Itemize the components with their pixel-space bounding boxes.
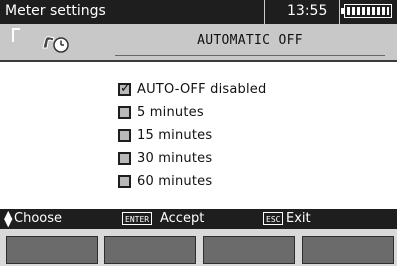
option-label: 5 minutes (137, 105, 204, 120)
option-label: AUTO-OFF disabled (137, 82, 267, 97)
page-title: AUTOMATIC OFF (115, 33, 385, 56)
meter-screen: Meter settings 13:55 AUTOMATIC OFF ✓ AUT… (0, 0, 397, 266)
option-5-minutes[interactable]: 5 minutes (118, 101, 266, 124)
window-title: Meter settings (5, 3, 106, 19)
up-down-arrow-icon: ▲ ▼ (4, 208, 13, 229)
accept-hint: Accept (160, 211, 205, 226)
option-30-minutes[interactable]: 30 minutes (118, 147, 266, 170)
battery-level (347, 7, 389, 15)
title-bar: Meter settings 13:55 (0, 0, 397, 24)
clock-time: 13:55 (287, 3, 328, 19)
checkbox[interactable] (118, 152, 131, 165)
title-divider (339, 0, 340, 24)
option-60-minutes[interactable]: 60 minutes (118, 170, 266, 193)
help-bar: ▲ ▼ Choose ENTER Accept ESC Exit (0, 209, 397, 229)
section-header: AUTOMATIC OFF (0, 24, 397, 62)
clock-power-icon (42, 36, 69, 53)
exit-hint: Exit (286, 211, 311, 226)
title-divider (264, 0, 265, 24)
function-key-2[interactable] (104, 236, 196, 264)
function-key-3[interactable] (203, 236, 295, 264)
auto-off-options: ✓ AUTO-OFF disabled 5 minutes 15 minutes… (118, 78, 266, 193)
checkbox[interactable]: ✓ (118, 81, 131, 96)
option-label: 30 minutes (137, 151, 213, 166)
option-label: 15 minutes (137, 128, 213, 143)
checkbox[interactable] (118, 129, 131, 142)
function-key-1[interactable] (6, 236, 98, 264)
checkbox[interactable] (118, 175, 131, 188)
choose-hint: Choose (14, 211, 62, 226)
esc-key-icon: ESC (263, 212, 284, 225)
function-key-4[interactable] (302, 236, 394, 264)
enter-key-icon: ENTER (122, 212, 153, 225)
option-label: 60 minutes (137, 174, 213, 189)
checkmark-icon: ✓ (120, 81, 131, 96)
battery-icon (341, 4, 392, 18)
checkbox[interactable] (118, 106, 131, 119)
option-15-minutes[interactable]: 15 minutes (118, 124, 266, 147)
option-auto-off-disabled[interactable]: ✓ AUTO-OFF disabled (118, 78, 266, 101)
function-key-bar (0, 229, 397, 266)
battery-tip (341, 8, 344, 14)
corner-mark (12, 28, 20, 42)
